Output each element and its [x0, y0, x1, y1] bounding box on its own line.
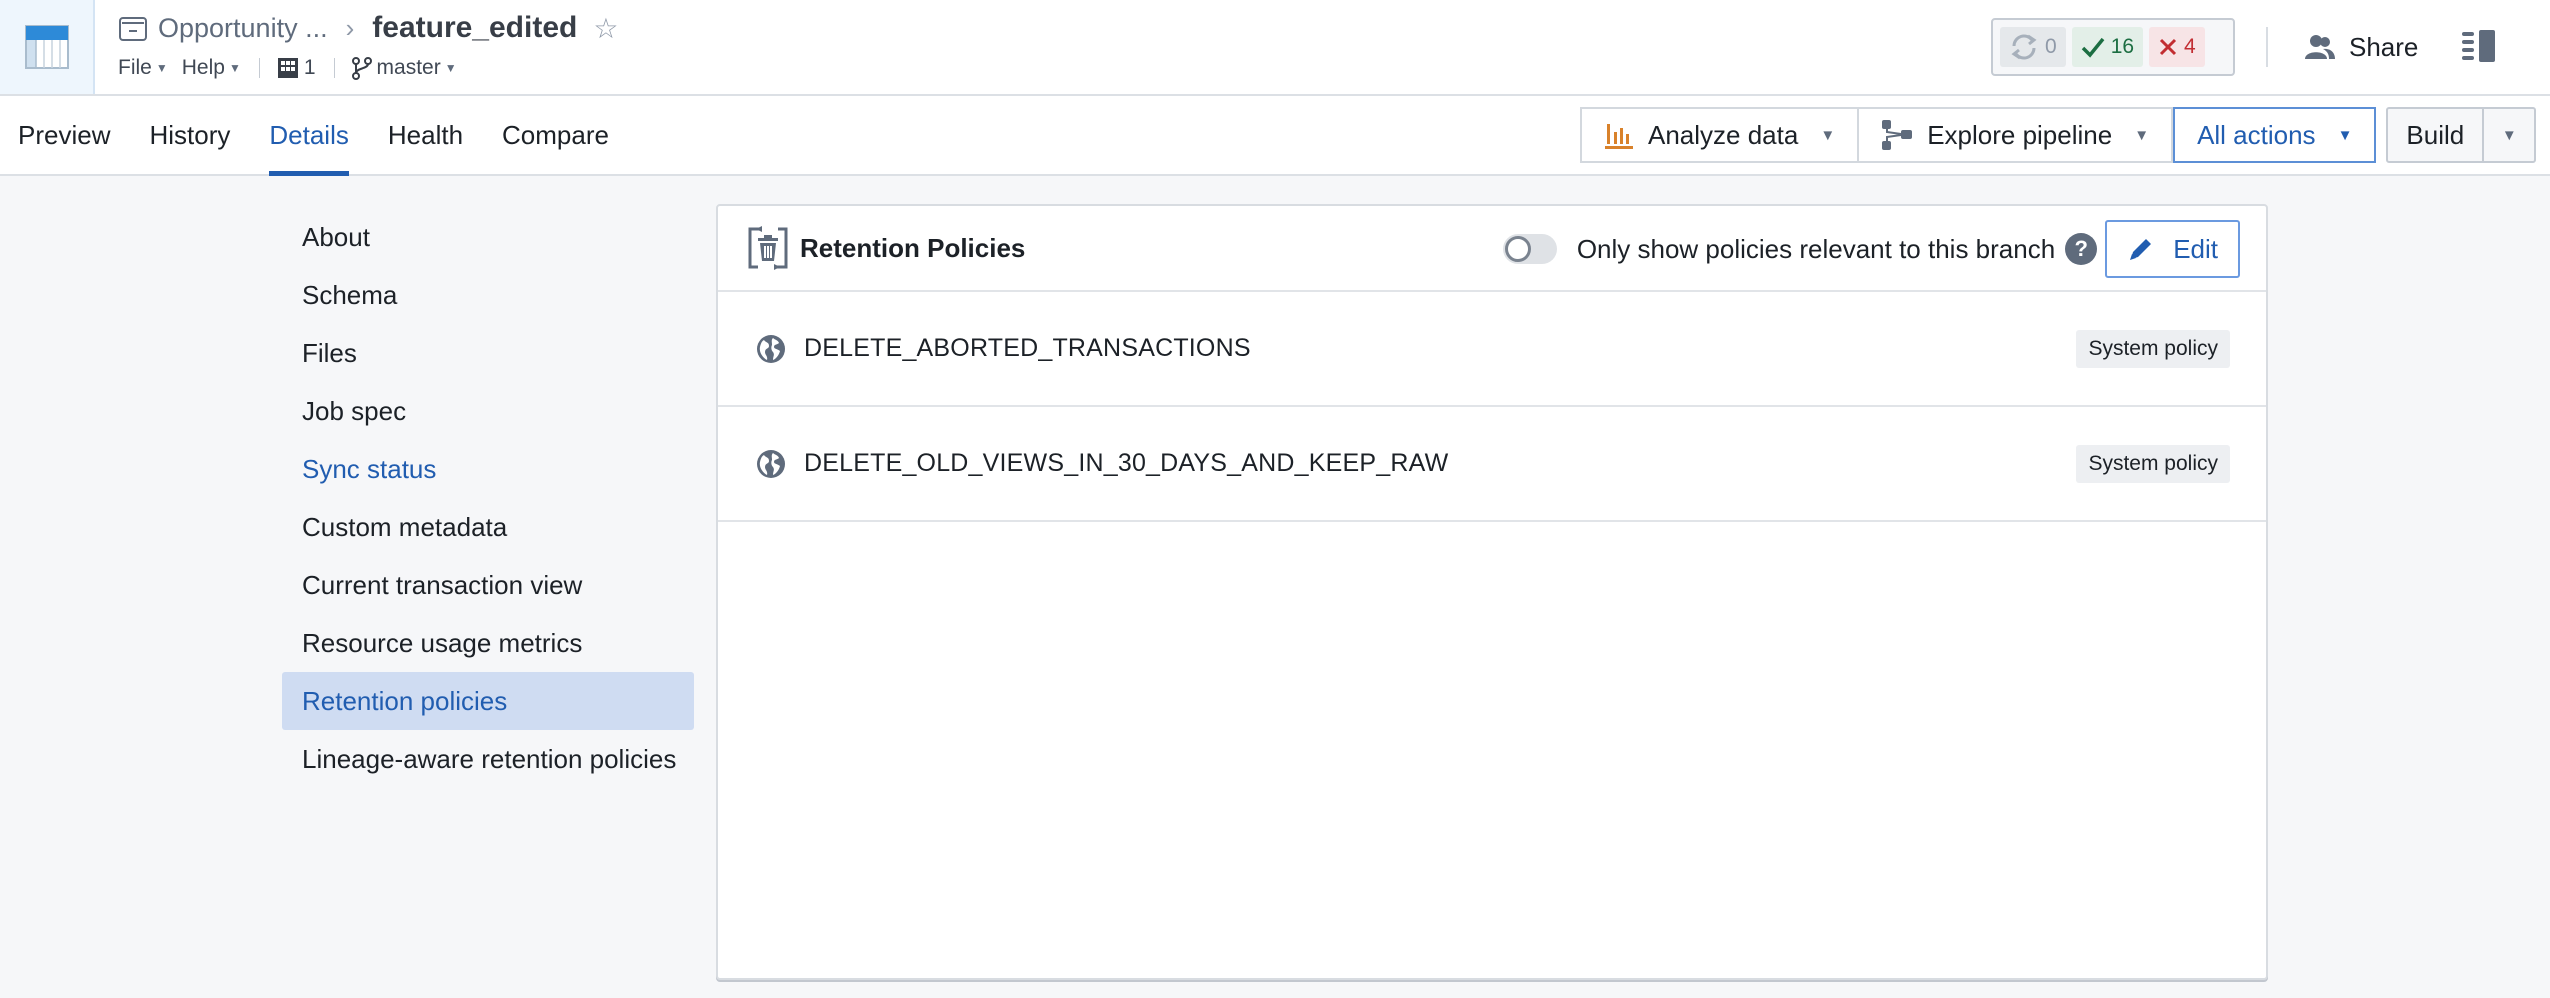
branch-filter-label: Only show policies relevant to this bran… — [1576, 233, 2056, 264]
git-branch-icon — [351, 57, 372, 80]
chevron-right-icon: › — [345, 12, 355, 43]
caret-down-icon: ▼ — [2134, 126, 2150, 144]
explore-pipeline-button[interactable]: Explore pipeline ▼ — [1859, 107, 2174, 163]
caret-down-icon: ▼ — [1820, 126, 1836, 144]
bar-chart-icon — [1605, 124, 1633, 149]
help-menu[interactable]: Help ▼ — [182, 56, 241, 80]
all-actions-button[interactable]: All actions ▼ — [2173, 107, 2377, 163]
dataset-title[interactable]: feature_edited — [372, 11, 577, 45]
pending-status-chip[interactable]: 0 — [2000, 27, 2066, 67]
caret-down-icon: ▼ — [155, 61, 168, 75]
sidenav-item-retention-policies[interactable]: Retention policies — [282, 672, 694, 730]
cross-icon — [2159, 38, 2177, 56]
pending-count: 0 — [2045, 35, 2057, 58]
success-count: 16 — [2110, 35, 2135, 58]
app-header: Opportunity ... › feature_edited ☆ File … — [0, 0, 2550, 96]
tab-details[interactable]: Details — [269, 96, 350, 176]
policy-name: DELETE_OLD_VIEWS_IN_30_DAYS_AND_KEEP_RAW — [804, 449, 1449, 477]
pipeline-icon — [1882, 120, 1913, 150]
build-status-group: 0 16 4 — [1991, 18, 2235, 76]
panel-title: Retention Policies — [800, 232, 1026, 263]
retention-trash-icon — [748, 226, 788, 270]
caret-down-icon: ▼ — [444, 61, 457, 75]
share-button[interactable]: Share — [2305, 22, 2418, 72]
analyze-data-label: Analyze data — [1648, 119, 1799, 150]
explore-pipeline-label: Explore pipeline — [1927, 119, 2113, 150]
tab-history[interactable]: History — [149, 96, 230, 174]
divider — [258, 58, 260, 78]
pencil-icon — [2130, 239, 2152, 260]
sidenav-item-lineage-aware-retention-policies[interactable]: Lineage-aware retention policies — [282, 730, 694, 788]
build-options-caret-icon[interactable]: ▼ — [2482, 109, 2534, 161]
app-icon-container[interactable] — [0, 0, 95, 94]
tabs-bar: Preview History Details Health Compare A… — [0, 96, 2550, 176]
system-policy-tag: System policy — [2076, 445, 2230, 483]
share-label: Share — [2349, 31, 2419, 62]
breadcrumb: Opportunity ... › feature_edited ☆ — [118, 8, 618, 48]
builds-indicator[interactable]: 1 — [276, 56, 316, 80]
sidenav-item-current-transaction-view[interactable]: Current transaction view — [282, 556, 694, 614]
action-buttons: Analyze data ▼ Explore pipeline ▼ All ac… — [1580, 107, 2537, 163]
file-menu[interactable]: File ▼ — [118, 56, 168, 80]
branch-name: master — [376, 56, 441, 79]
branch-selector[interactable]: master ▼ — [351, 56, 457, 80]
edit-button[interactable]: Edit — [2105, 220, 2240, 278]
folder-box-icon — [119, 17, 147, 41]
build-button[interactable]: Build — [2388, 109, 2482, 161]
success-status-chip[interactable]: 16 — [2071, 27, 2144, 67]
system-policy-tag: System policy — [2076, 330, 2230, 368]
edit-label: Edit — [2173, 233, 2218, 264]
builds-count: 1 — [303, 56, 316, 79]
panel-header-controls: Only show policies relevant to this bran… — [1502, 220, 2240, 278]
build-button-group: Build ▼ — [2386, 107, 2537, 163]
divider — [2266, 27, 2268, 67]
help-menu-label: Help — [181, 56, 225, 79]
policy-name: DELETE_ABORTED_TRANSACTIONS — [804, 334, 1251, 362]
panel-header: Retention Policies Only show policies re… — [718, 206, 2266, 292]
sidenav-item-files[interactable]: Files — [282, 324, 694, 382]
sidenav-item-job-spec[interactable]: Job spec — [282, 382, 694, 440]
help-icon[interactable]: ? — [2065, 233, 2098, 265]
refresh-icon — [2011, 34, 2037, 60]
checkmark-icon — [2081, 37, 2105, 58]
building-icon — [277, 58, 298, 78]
branch-filter-toggle[interactable] — [1502, 234, 1557, 264]
details-sidenav: About Schema Files Job spec Sync status … — [282, 208, 694, 788]
people-icon — [2305, 35, 2335, 59]
policy-row[interactable]: DELETE_ABORTED_TRANSACTIONS System polic… — [718, 292, 2266, 407]
dataset-table-icon — [24, 25, 69, 69]
analyze-data-button[interactable]: Analyze data ▼ — [1580, 107, 1860, 163]
globe-icon — [757, 449, 785, 478]
all-actions-label: All actions — [2197, 119, 2316, 150]
caret-down-icon: ▼ — [2337, 126, 2353, 144]
failed-count: 4 — [2184, 35, 2196, 58]
globe-icon — [757, 334, 785, 363]
star-icon[interactable]: ☆ — [593, 12, 618, 45]
header-submenu: File ▼ Help ▼ 1 master ▼ — [118, 52, 471, 84]
sidenav-item-resource-usage-metrics[interactable]: Resource usage metrics — [282, 614, 694, 672]
retention-policies-panel: Retention Policies Only show policies re… — [716, 204, 2268, 980]
tab-list: Preview History Details Health Compare — [18, 96, 609, 176]
tab-preview[interactable]: Preview — [18, 96, 110, 174]
sidebar-panel-toggle-icon[interactable] — [2462, 30, 2496, 62]
divider — [333, 58, 335, 78]
policy-row[interactable]: DELETE_OLD_VIEWS_IN_30_DAYS_AND_KEEP_RAW… — [718, 407, 2266, 522]
sidenav-item-custom-metadata[interactable]: Custom metadata — [282, 498, 694, 556]
sidenav-item-schema[interactable]: Schema — [282, 266, 694, 324]
sidenav-item-about[interactable]: About — [282, 208, 694, 266]
tab-health[interactable]: Health — [388, 96, 463, 174]
sidenav-item-sync-status[interactable]: Sync status — [282, 440, 694, 498]
breadcrumb-parent[interactable]: Opportunity ... — [158, 13, 328, 44]
tab-compare[interactable]: Compare — [502, 96, 609, 174]
failed-status-chip[interactable]: 4 — [2149, 27, 2205, 67]
file-menu-label: File — [118, 56, 152, 79]
caret-down-icon: ▼ — [228, 61, 241, 75]
toggle-knob — [1504, 236, 1531, 262]
